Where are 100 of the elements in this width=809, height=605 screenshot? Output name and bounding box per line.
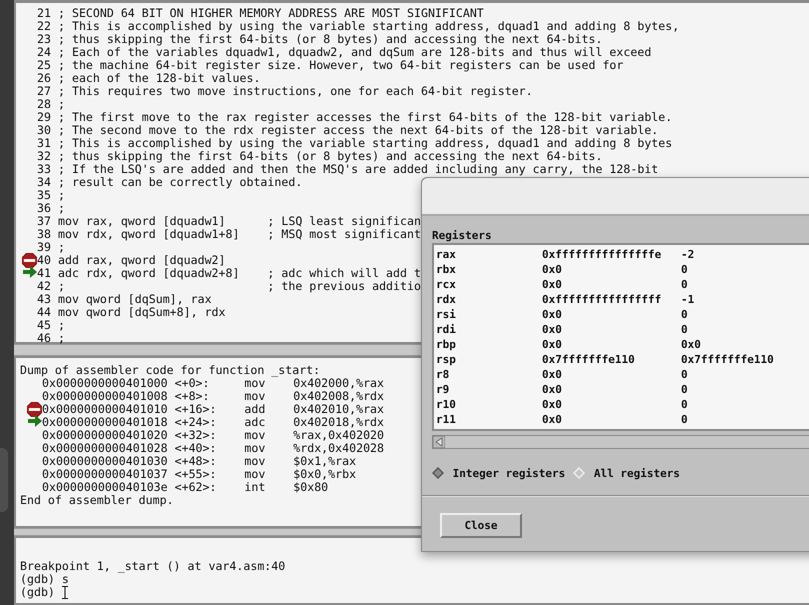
register-hex-value: 0x0 (542, 307, 563, 322)
instruction-offset: <+16>: (174, 403, 218, 416)
text-cursor-icon (62, 586, 68, 599)
view-radio-option[interactable]: Integer registers (432, 466, 566, 480)
code-line: ; thus skipping the first 64-bits (or 8 bytes) and accessing the next 64-bits. (58, 33, 602, 46)
register-name: rbp (436, 337, 457, 352)
line-number: 43 (37, 293, 51, 306)
register-natural-value: -2 (681, 247, 696, 262)
register-hex-value: 0xffffffffffffffff (542, 292, 662, 307)
right-arrow-icon (28, 415, 42, 427)
code-line: ; (58, 332, 65, 345)
code-line: ; This is accomplished by using the variable starting address, dquad1 and adding 8 bytes, (58, 20, 680, 33)
line-number: 27 (37, 85, 51, 98)
stop-sign-icon (27, 402, 42, 417)
line-number: 38 (37, 228, 51, 241)
line-number: 34 (37, 176, 51, 189)
code-line: ; (58, 189, 65, 202)
code-line: mov rax, qword [dquadw1] ; LSQ least significan (58, 215, 421, 228)
register-natural-value: 0 (681, 262, 689, 277)
right-arrow-icon (23, 266, 37, 278)
instruction-operands: 0x402000,%rax (293, 377, 384, 390)
instruction-address: 0x0000000000401028 (42, 442, 169, 455)
line-number: 37 (37, 215, 51, 228)
register-natural-value: 0 (681, 307, 689, 322)
line-number: 42 (37, 280, 51, 293)
line-number: 35 (37, 189, 51, 202)
line-number: 41 (37, 267, 51, 280)
disassembly-footer: End of assembler dump. (20, 494, 174, 507)
code-line: ; each of the 128-bit values. (58, 72, 260, 85)
instruction-offset: <+55>: (174, 468, 218, 481)
register-name: rsp (436, 352, 457, 367)
instruction-operands: %rax,0x402020 (293, 429, 384, 442)
radio-diamond-icon[interactable] (432, 467, 444, 479)
code-line: ; ; the previous additio (58, 280, 421, 293)
register-name: r8 (436, 367, 450, 382)
line-number: 25 (37, 59, 51, 72)
register-natural-value: 0x7fffffffe110 (681, 352, 775, 367)
instruction-offset: <+8>: (174, 390, 211, 403)
code-line: ; (58, 98, 65, 111)
line-number: 40 (37, 254, 51, 267)
instruction-address: 0x000000000040103e (42, 481, 169, 494)
code-line: ; (58, 202, 65, 215)
instruction-mnemonic: int (244, 481, 266, 494)
console-line: Breakpoint 1, _start () at var4.asm:40 (20, 560, 286, 573)
register-name: rcx (436, 277, 457, 292)
disassembly-header: Dump of assembler code for function _start: (20, 364, 320, 377)
instruction-address: 0x0000000000401018 (42, 416, 169, 429)
console-line: (gdb) (20, 586, 55, 599)
instruction-address: 0x0000000000401030 (42, 455, 169, 468)
code-line: mov qword [dqSum+8], rdx (58, 306, 226, 319)
register-hex-value: 0x0 (542, 277, 563, 292)
code-line: mov qword [dqSum], rax (58, 293, 212, 306)
code-line: ; SECOND 64 BIT ON HIGHER MEMORY ADDRESS ARE MOST SIGNIFICANT (58, 7, 484, 20)
register-hex-value: 0x0 (542, 412, 563, 427)
instruction-mnemonic: adc (244, 416, 266, 429)
register-hex-value: 0x0 (542, 322, 563, 337)
instruction-operands: 0x402008,%rdx (293, 390, 384, 403)
instruction-offset: <+48>: (174, 455, 218, 468)
register-natural-value: 0 (681, 397, 689, 412)
instruction-address: 0x0000000000401000 (42, 377, 169, 390)
instruction-address: 0x0000000000401008 (42, 390, 169, 403)
stop-sign-icon (22, 253, 37, 268)
instruction-address: 0x0000000000401020 (42, 429, 169, 442)
code-line: adc rdx, qword [dquadw2+8] ; adc which will add t (58, 267, 421, 280)
register-natural-value: 0 (681, 322, 689, 337)
register-name: rdx (436, 292, 457, 307)
line-number: 44 (37, 306, 51, 319)
instruction-address: 0x0000000000401037 (42, 468, 169, 481)
line-number: 45 (37, 319, 51, 332)
console-line: (gdb) s (20, 573, 69, 586)
register-name: rax (436, 247, 457, 262)
instruction-operands: $0x0,%rbx (293, 468, 356, 481)
instruction-mnemonic: mov (244, 468, 266, 481)
line-number: 30 (37, 124, 51, 137)
code-line: add rax, qword [dquadw2] (58, 254, 226, 267)
instruction-address: 0x0000000000401010 (42, 403, 169, 416)
code-line: ; The second move to the rdx register access the next 64-bits of the 128-bit variable. (58, 124, 658, 137)
line-number: 24 (37, 46, 51, 59)
register-natural-value: 0x0 (681, 337, 702, 352)
register-name: r10 (436, 397, 457, 412)
horizontal-scrollbar[interactable] (432, 435, 809, 449)
code-line: ; (58, 241, 65, 254)
register-hex-value: 0x0 (542, 382, 563, 397)
view-radio-option[interactable]: All registers (573, 466, 680, 480)
line-number: 31 (37, 137, 51, 150)
code-line: ; If the LSQ's are added and then the MSQ's are added including any carry, the 128-bit (58, 163, 658, 176)
line-number: 36 (37, 202, 51, 215)
instruction-mnemonic: mov (244, 455, 266, 468)
line-number: 28 (37, 98, 51, 111)
code-line: ; This is accomplished by using the variable starting address, dquad1 and adding 8 bytes (58, 137, 672, 150)
register-natural-value: -1 (681, 292, 696, 307)
close-button[interactable]: Close (440, 513, 522, 538)
code-line: ; the machine 64-bit register size. However, two 64-bit registers can be used for (58, 59, 624, 72)
scroll-left-icon[interactable] (433, 436, 445, 448)
code-line: mov rdx, qword [dquadw1+8] ; MSQ most significant (58, 228, 421, 241)
register-natural-value: 0 (681, 367, 689, 382)
instruction-mnemonic: mov (244, 390, 266, 403)
register-hex-value: 0x0 (542, 337, 563, 352)
line-number: 39 (37, 241, 51, 254)
line-number: 29 (37, 111, 51, 124)
